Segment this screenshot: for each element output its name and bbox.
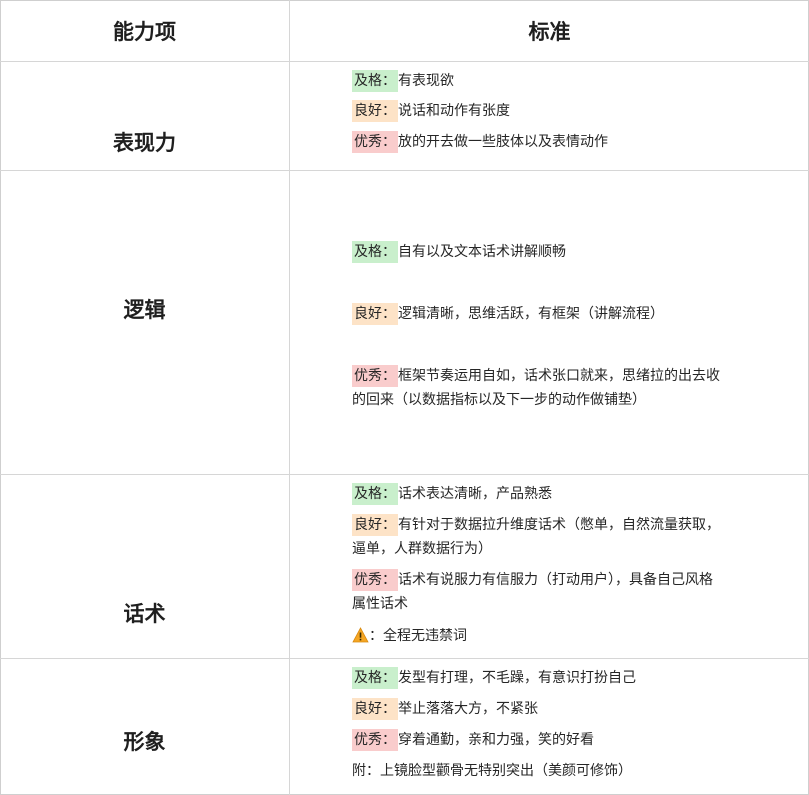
standard-good: 良好： 逻辑清晰，思维活跃，有框架（讲解流程） [352,303,664,325]
excellent-text: 话术有说服力有信服力（打动用户），具备自己风格 [398,572,713,588]
warning-text: ：全程无违禁词 [369,628,467,644]
row-divider-3 [0,658,809,659]
row-divider-header [0,61,809,62]
standard-pass: 及格： 话术表达清晰，产品熟悉 [352,483,552,505]
pass-tag: 及格： [352,70,398,92]
excellent-text: 放的开去做一些肢体以及表情动作 [398,134,608,150]
good-text: 逻辑清晰，思维活跃，有框架（讲解流程） [398,306,664,322]
standard-excellent: 优秀： 放的开去做一些肢体以及表情动作 [352,131,608,153]
excellent-text: 穿着通勤，亲和力强，笑的好看 [398,732,594,748]
warning-line: ：全程无违禁词 [352,625,467,650]
good-tag: 良好： [352,698,398,720]
warning-icon [352,627,369,650]
excellent-text-continued: 的回来（以数据指标以及下一步的动作做铺垫） [352,392,646,408]
good-tag: 良好： [352,100,398,122]
pass-tag: 及格： [352,241,398,263]
good-text: 有针对于数据拉升维度话术（憋单，自然流量获取， [398,517,720,533]
column-divider [289,0,290,795]
good-text-continued: 逼单，人群数据行为） [352,541,492,557]
standard-good: 良好： 说话和动作有张度 [352,100,510,122]
good-tag: 良好： [352,303,398,325]
ability-cell: 形象 [123,730,166,754]
pass-tag: 及格： [352,483,398,505]
pass-text: 自有以及文本话术讲解顺畅 [398,244,566,260]
pass-text: 有表现欲 [398,73,454,89]
ability-cell: 逻辑 [123,298,166,322]
good-text: 说话和动作有张度 [398,103,510,119]
excellent-tag: 优秀： [352,729,398,751]
good-text: 举止落落大方，不紧张 [398,701,538,717]
excellent-tag: 优秀： [352,365,398,387]
standard-excellent: 优秀： 穿着通勤，亲和力强，笑的好看 [352,729,594,751]
header-standard: 标准 [528,19,571,44]
row-divider-2 [0,474,809,475]
standard-good: 良好： 有针对于数据拉升维度话术（憋单，自然流量获取， [352,514,720,536]
excellent-tag: 优秀： [352,569,398,591]
pass-text: 话术表达清晰，产品熟悉 [398,486,552,502]
excellent-tag: 优秀： [352,131,398,153]
ability-cell: 话术 [123,602,166,626]
standard-pass: 及格： 发型有打理，不毛躁，有意识打扮自己 [352,667,636,689]
pass-text: 发型有打理，不毛躁，有意识打扮自己 [398,670,636,686]
standard-excellent: 优秀： 话术有说服力有信服力（打动用户），具备自己风格 [352,569,713,591]
ability-cell: 表现力 [113,131,176,155]
pass-tag: 及格： [352,667,398,689]
header-ability: 能力项 [113,19,176,44]
standard-good: 良好： 举止落落大方，不紧张 [352,698,538,720]
excellent-text: 框架节奏运用自如，话术张口就来，思绪拉的出去收 [398,368,720,384]
excellent-text-continued: 属性话术 [352,596,408,612]
standard-excellent: 优秀： 框架节奏运用自如，话术张口就来，思绪拉的出去收 [352,365,720,387]
row-divider-1 [0,170,809,171]
note-line: 附：上镜脸型颧骨无特别突出（美颜可修饰） [352,763,632,779]
standard-pass: 及格： 有表现欲 [352,70,454,92]
standard-pass: 及格： 自有以及文本话术讲解顺畅 [352,241,566,263]
good-tag: 良好： [352,514,398,536]
